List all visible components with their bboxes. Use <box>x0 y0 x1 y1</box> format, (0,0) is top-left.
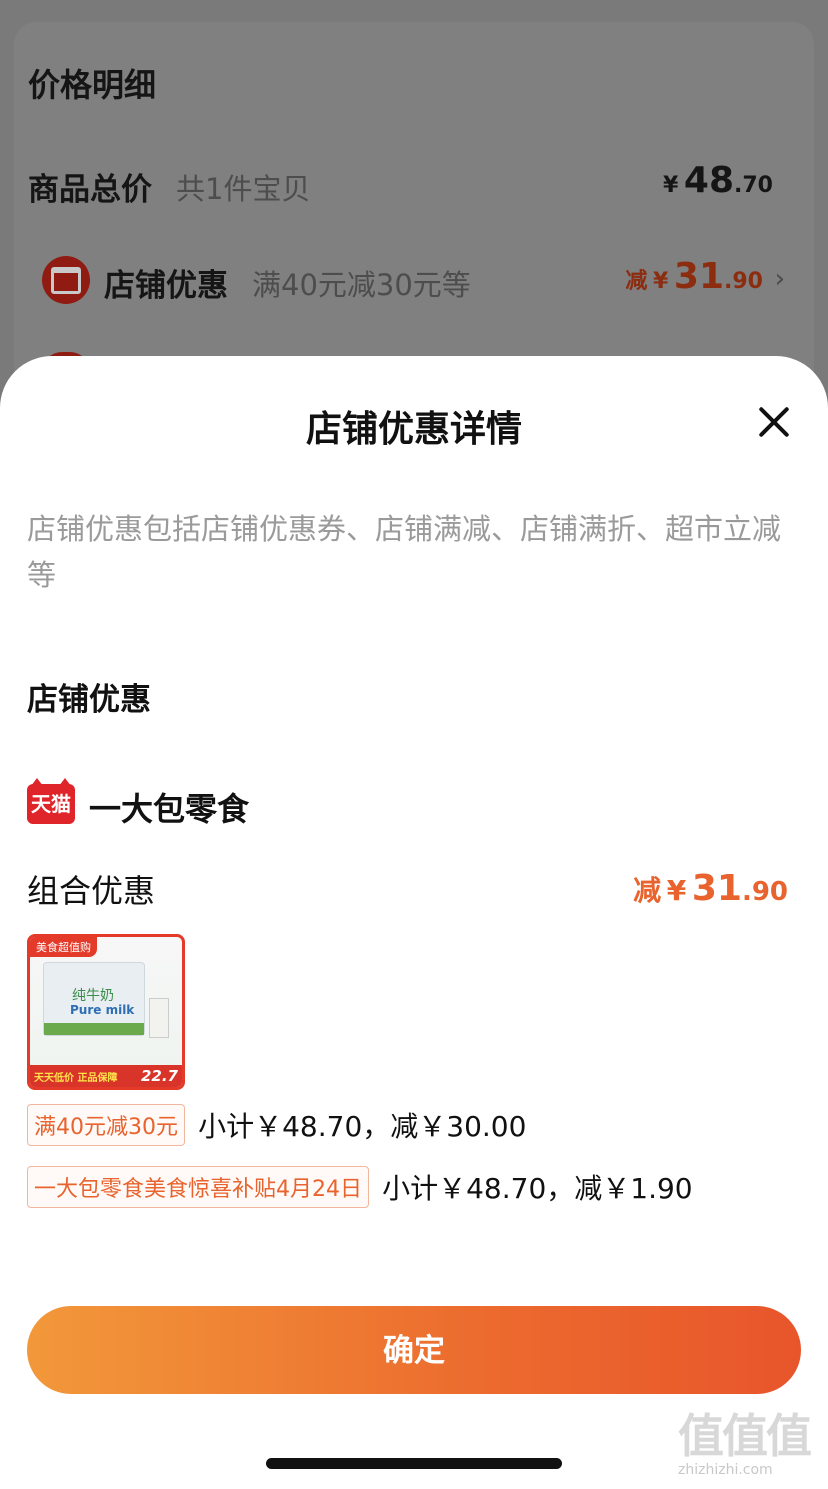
confirm-button[interactable]: 确定 <box>27 1306 801 1394</box>
section-title: 店铺优惠 <box>27 682 151 718</box>
total-price-row: 商品总价 共1件宝贝 ¥ 48.70 <box>28 160 773 208</box>
store-icon <box>42 256 90 304</box>
price-detail-title: 价格明细 <box>28 66 157 104</box>
promo-chip: 满40元减30元 <box>27 1104 185 1146</box>
store-discount-label: 店铺优惠 <box>104 268 228 304</box>
store-discount-sheet: 店铺优惠详情 店铺优惠包括店铺优惠券、店铺满减、店铺满折、超市立减等 店铺优惠 … <box>0 356 828 1489</box>
product-promo-tag: 美食超值购 <box>30 937 97 957</box>
product-price-tag: 22.7 <box>140 1067 178 1085</box>
store-discount-sub: 满40元减30元等 <box>252 268 471 302</box>
tmall-logo-icon: 天猫 <box>27 778 75 824</box>
chevron-right-icon: › <box>774 264 785 294</box>
home-indicator[interactable] <box>266 1458 562 1469</box>
combo-discount-title: 组合优惠 <box>27 872 156 910</box>
sheet-description: 店铺优惠包括店铺优惠券、店铺满减、店铺满折、超市立减等 <box>27 512 782 592</box>
product-strip-text: 天天低价 正品保障 <box>34 1073 118 1084</box>
product-box-text-en: Pure milk <box>70 1003 135 1017</box>
promo-text: 小计￥48.70，减￥1.90 <box>382 1172 693 1205</box>
close-icon[interactable] <box>754 402 794 442</box>
store-discount-row[interactable]: 店铺优惠 满40元减30元等 减 ¥ 31.90 › <box>42 256 785 304</box>
promo-text: 小计￥48.70，减￥30.00 <box>198 1110 527 1143</box>
shop-name: 一大包零食 <box>89 790 250 828</box>
watermark: 值值值 zhizhizhi.com <box>678 1400 823 1480</box>
product-box-text: 纯牛奶 <box>72 988 114 1004</box>
total-price-amount: ¥ 48.70 <box>663 160 773 201</box>
watermark-chars: 值值值 <box>678 1409 812 1463</box>
promo-line: 满40元减30元 小计￥48.70，减￥30.00 <box>27 1104 527 1146</box>
product-thumbnail[interactable]: 美食超值购 纯牛奶 Pure milk 天天低价 正品保障 22.7 <box>27 934 185 1090</box>
promo-chip: 一大包零食美食惊喜补贴4月24日 <box>27 1166 369 1208</box>
total-price-label: 商品总价 <box>28 172 152 208</box>
combo-discount-amount: 减 ¥ 31.90 <box>633 868 788 909</box>
product-grass <box>44 1023 144 1035</box>
item-count-text: 共1件宝贝 <box>176 172 311 206</box>
sheet-title: 店铺优惠详情 <box>305 409 522 450</box>
promo-line: 一大包零食美食惊喜补贴4月24日 小计￥48.70，减￥1.90 <box>27 1166 693 1208</box>
milk-carton-image <box>150 999 168 1037</box>
store-discount-amount: 减 ¥ 31.90 <box>625 256 763 297</box>
